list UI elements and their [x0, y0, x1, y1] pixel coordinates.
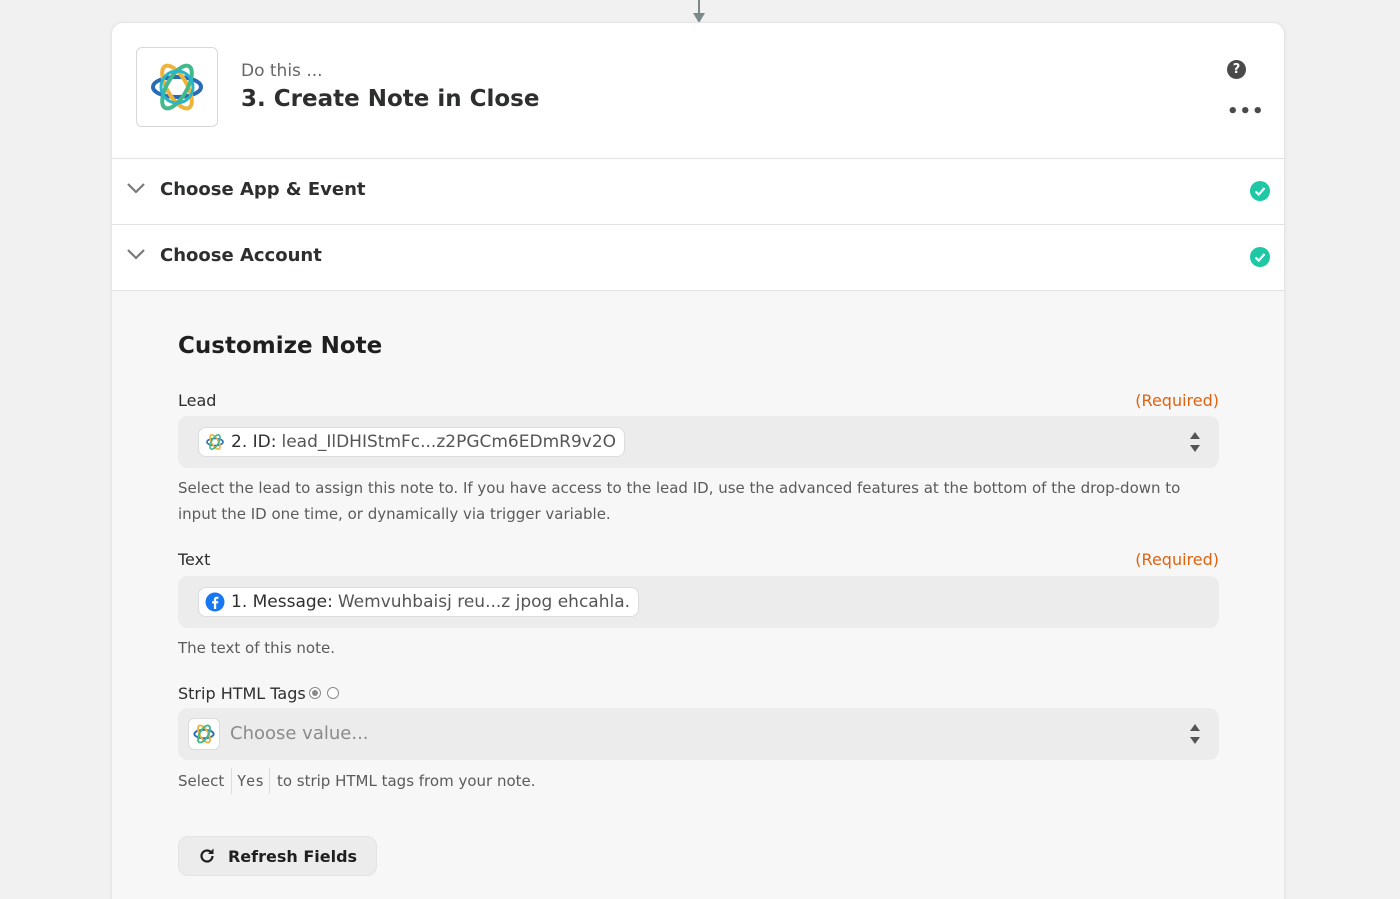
- radio-option-selected[interactable]: [309, 687, 321, 699]
- check-circle-icon: [1250, 181, 1270, 201]
- strip-html-label: Strip HTML Tags: [178, 684, 306, 703]
- text-value-pill[interactable]: 1. Message: Wemvuhbaisj reu...z jpog ehc…: [198, 587, 640, 617]
- sort-arrows-icon: [1190, 724, 1200, 744]
- text-help-text: The text of this note.: [178, 639, 335, 657]
- chevron-down-icon: [127, 183, 145, 194]
- close-logo-icon: [205, 432, 225, 452]
- ellipsis-icon[interactable]: •••: [1227, 102, 1264, 122]
- lead-label: Lead: [178, 391, 217, 410]
- sort-arrows-icon: [1190, 432, 1200, 452]
- facebook-icon: [205, 592, 225, 612]
- pill-key: 2. ID:: [231, 432, 277, 452]
- chevron-down-icon: [127, 249, 145, 260]
- refresh-icon: [200, 848, 214, 863]
- text-label: Text: [178, 550, 211, 569]
- section-label: Choose Account: [160, 245, 322, 266]
- help-code-yes: Yes: [231, 768, 271, 794]
- refresh-fields-button[interactable]: Refresh Fields: [178, 836, 377, 876]
- step-subtitle: Do this ...: [241, 61, 323, 81]
- customize-section: Customize Note Lead (Required) 2. ID: le…: [112, 291, 1284, 899]
- close-app-logo: [136, 47, 218, 127]
- section-label: Choose App & Event: [160, 179, 366, 200]
- lead-help-text: Select the lead to assign this note to. …: [178, 479, 1181, 523]
- step-title: 3. Create Note in Close: [241, 86, 540, 112]
- radio-option[interactable]: [327, 687, 339, 699]
- required-label: (Required): [1135, 550, 1219, 569]
- close-logo-icon: [188, 718, 220, 750]
- strip-html-placeholder: Choose value...: [230, 723, 369, 744]
- question-icon[interactable]: ?: [1227, 60, 1246, 79]
- step-header: Do this ... 3. Create Note in Close ? ••…: [112, 23, 1284, 159]
- help-prefix: Select: [178, 772, 225, 790]
- close-logo-icon: [151, 63, 203, 111]
- lead-select[interactable]: 2. ID: lead_IlDHIStmFc...z2PGCm6EDmR9v2O: [178, 416, 1219, 468]
- pill-value: lead_IlDHIStmFc...z2PGCm6EDmR9v2O: [281, 432, 617, 452]
- section-choose-account[interactable]: Choose Account: [112, 225, 1284, 291]
- text-field[interactable]: 1. Message: Wemvuhbaisj reu...z jpog ehc…: [178, 576, 1219, 628]
- step-card: Do this ... 3. Create Note in Close ? ••…: [111, 22, 1285, 899]
- pill-value: Wemvuhbaisj reu...z jpog ehcahla.: [337, 592, 631, 612]
- pill-key: 1. Message:: [231, 592, 333, 612]
- customize-title: Customize Note: [178, 333, 383, 359]
- required-label: (Required): [1135, 391, 1219, 410]
- strip-html-help-text: Select Yes to strip HTML tags from your …: [178, 768, 1208, 794]
- strip-html-select[interactable]: Choose value...: [178, 708, 1219, 760]
- check-circle-icon: [1250, 247, 1270, 267]
- lead-value-pill[interactable]: 2. ID: lead_IlDHIStmFc...z2PGCm6EDmR9v2O: [198, 427, 626, 457]
- help-suffix: to strip HTML tags from your note.: [276, 772, 536, 790]
- section-choose-app-event[interactable]: Choose App & Event: [112, 159, 1284, 225]
- strip-html-radio-group: [309, 687, 339, 699]
- refresh-label: Refresh Fields: [227, 846, 358, 866]
